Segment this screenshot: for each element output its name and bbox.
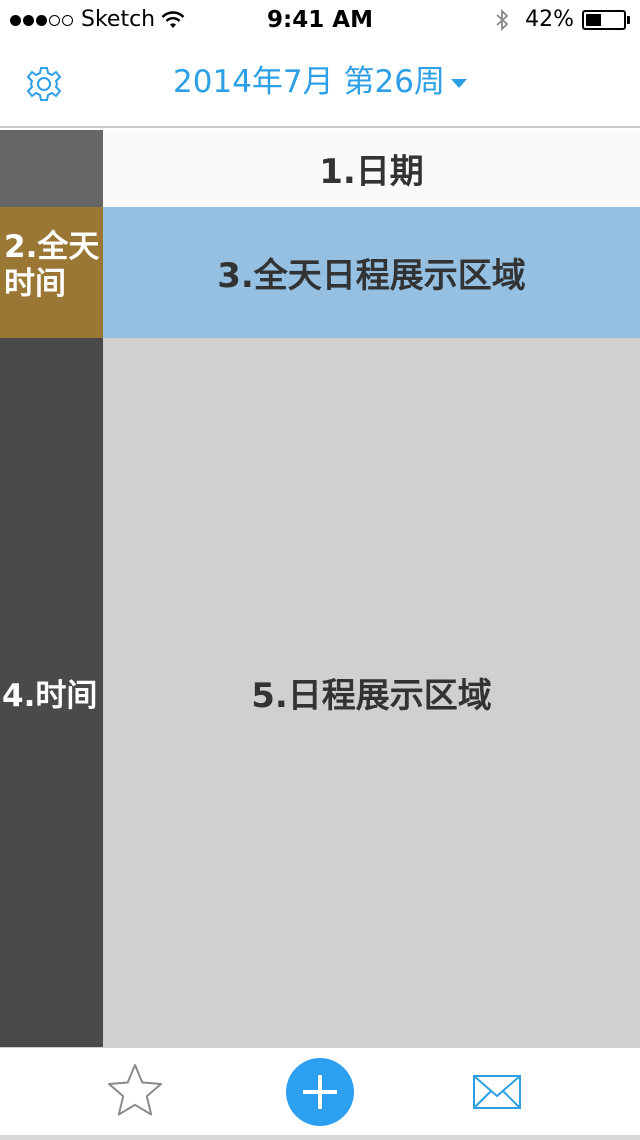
status-bar: Sketch 9:41 AM 42% bbox=[0, 0, 640, 40]
status-right: 42% bbox=[495, 0, 630, 40]
nav-bar: 2014年7月 第26周 bbox=[0, 40, 640, 128]
nav-title: 2014年7月 第26周 bbox=[173, 64, 445, 100]
battery-level bbox=[586, 14, 601, 26]
date-header: 1.日期 bbox=[103, 130, 640, 207]
schedule-area-label: 5.日程展示区域 bbox=[251, 676, 492, 716]
tab-bar bbox=[0, 1047, 640, 1135]
allday-area-label: 3.全天日程展示区域 bbox=[217, 256, 526, 296]
add-button[interactable] bbox=[286, 1058, 354, 1126]
tab-bar-bottom-edge bbox=[0, 1135, 640, 1140]
caret-down-icon bbox=[450, 79, 467, 88]
corner-cell bbox=[0, 130, 103, 207]
battery-tip bbox=[627, 16, 630, 24]
schedule-area[interactable]: 5.日程展示区域 bbox=[103, 338, 640, 1047]
time-column-label: 4.时间 bbox=[2, 678, 98, 714]
star-icon[interactable] bbox=[105, 1062, 165, 1118]
mail-icon[interactable] bbox=[472, 1074, 522, 1110]
week-selector[interactable]: 2014年7月 第26周 bbox=[0, 40, 640, 124]
bluetooth-icon bbox=[496, 8, 509, 32]
time-column: 4.时间 bbox=[0, 338, 103, 1047]
allday-label: 2.全天 时间 bbox=[0, 207, 103, 338]
battery-percent: 42% bbox=[525, 7, 574, 32]
battery-icon bbox=[582, 10, 626, 30]
allday-event-area[interactable]: 3.全天日程展示区域 bbox=[103, 207, 640, 338]
date-header-label: 1.日期 bbox=[319, 152, 424, 192]
